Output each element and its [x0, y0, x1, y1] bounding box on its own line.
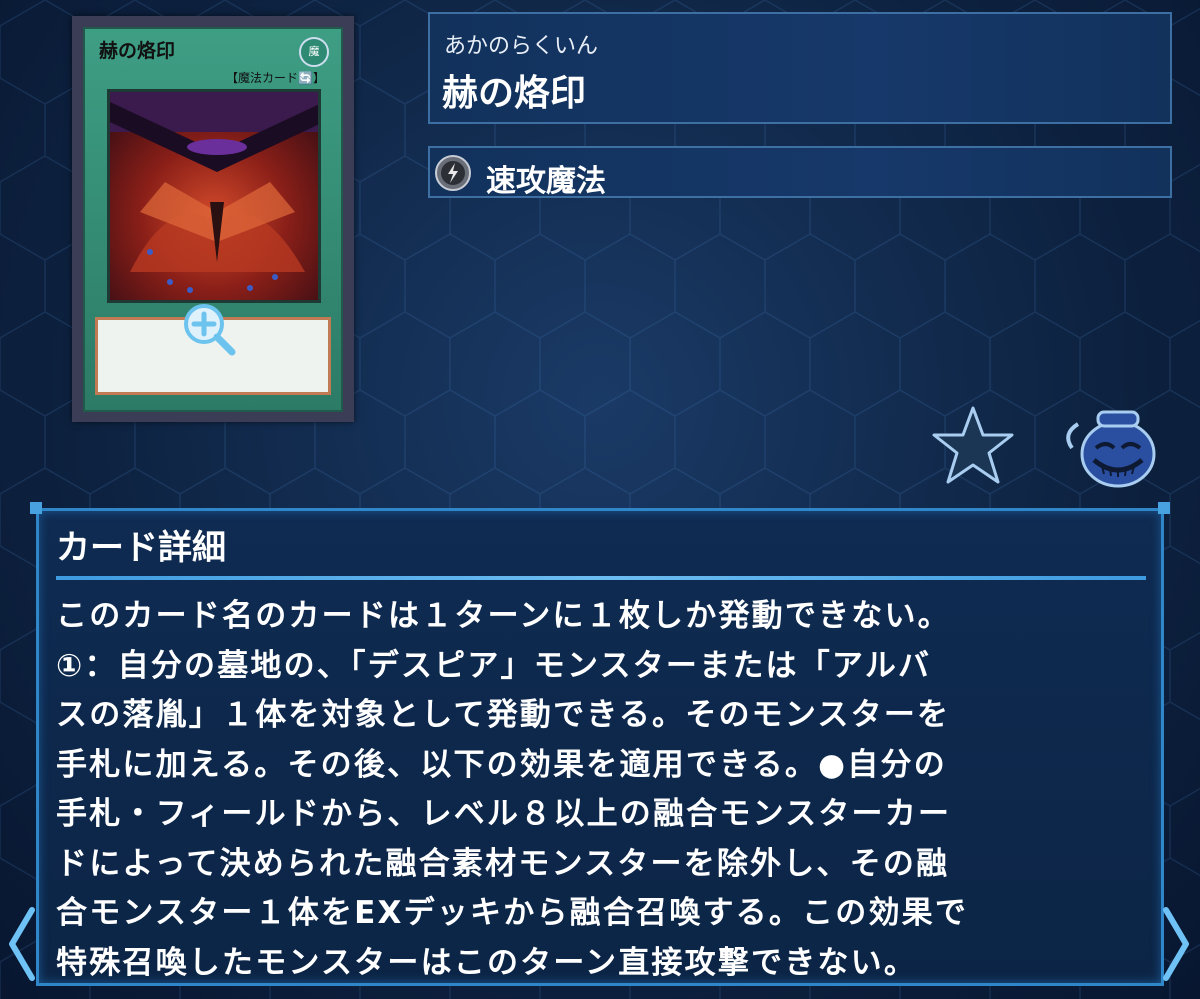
card-attribute-icon: 魔 [299, 37, 329, 67]
card-detail-heading: カード詳細 [56, 528, 226, 568]
panel-corner [30, 502, 42, 514]
card-type-box: 速攻魔法 [428, 146, 1172, 199]
card-name-title: 赫の烙印 [442, 73, 587, 114]
chevron-left-icon[interactable] [2, 906, 42, 982]
pot-of-greed-icon[interactable] [1058, 404, 1158, 490]
card-effect-text: このカード名のカードは１ターンに１枚しか発動できない。 ①：自分の墓地の、「デス… [56, 598, 969, 981]
quick-play-spell-icon [435, 155, 471, 191]
card-name-box: あかのらくいん 赫の烙印 [428, 12, 1172, 124]
card-artwork [107, 89, 321, 303]
chevron-right-icon[interactable] [1156, 906, 1196, 982]
zoom-icon[interactable] [180, 300, 240, 360]
card-image-name: 赫の烙印 [99, 40, 176, 62]
panel-corner [1158, 502, 1170, 514]
card-type-label: 速攻魔法 [486, 164, 606, 199]
card-name-ruby: あかのらくいん [444, 34, 599, 59]
star-icon[interactable] [930, 404, 1016, 486]
card-image-type: 【魔法カード🔄】 [226, 71, 325, 85]
heading-divider [56, 576, 1146, 580]
